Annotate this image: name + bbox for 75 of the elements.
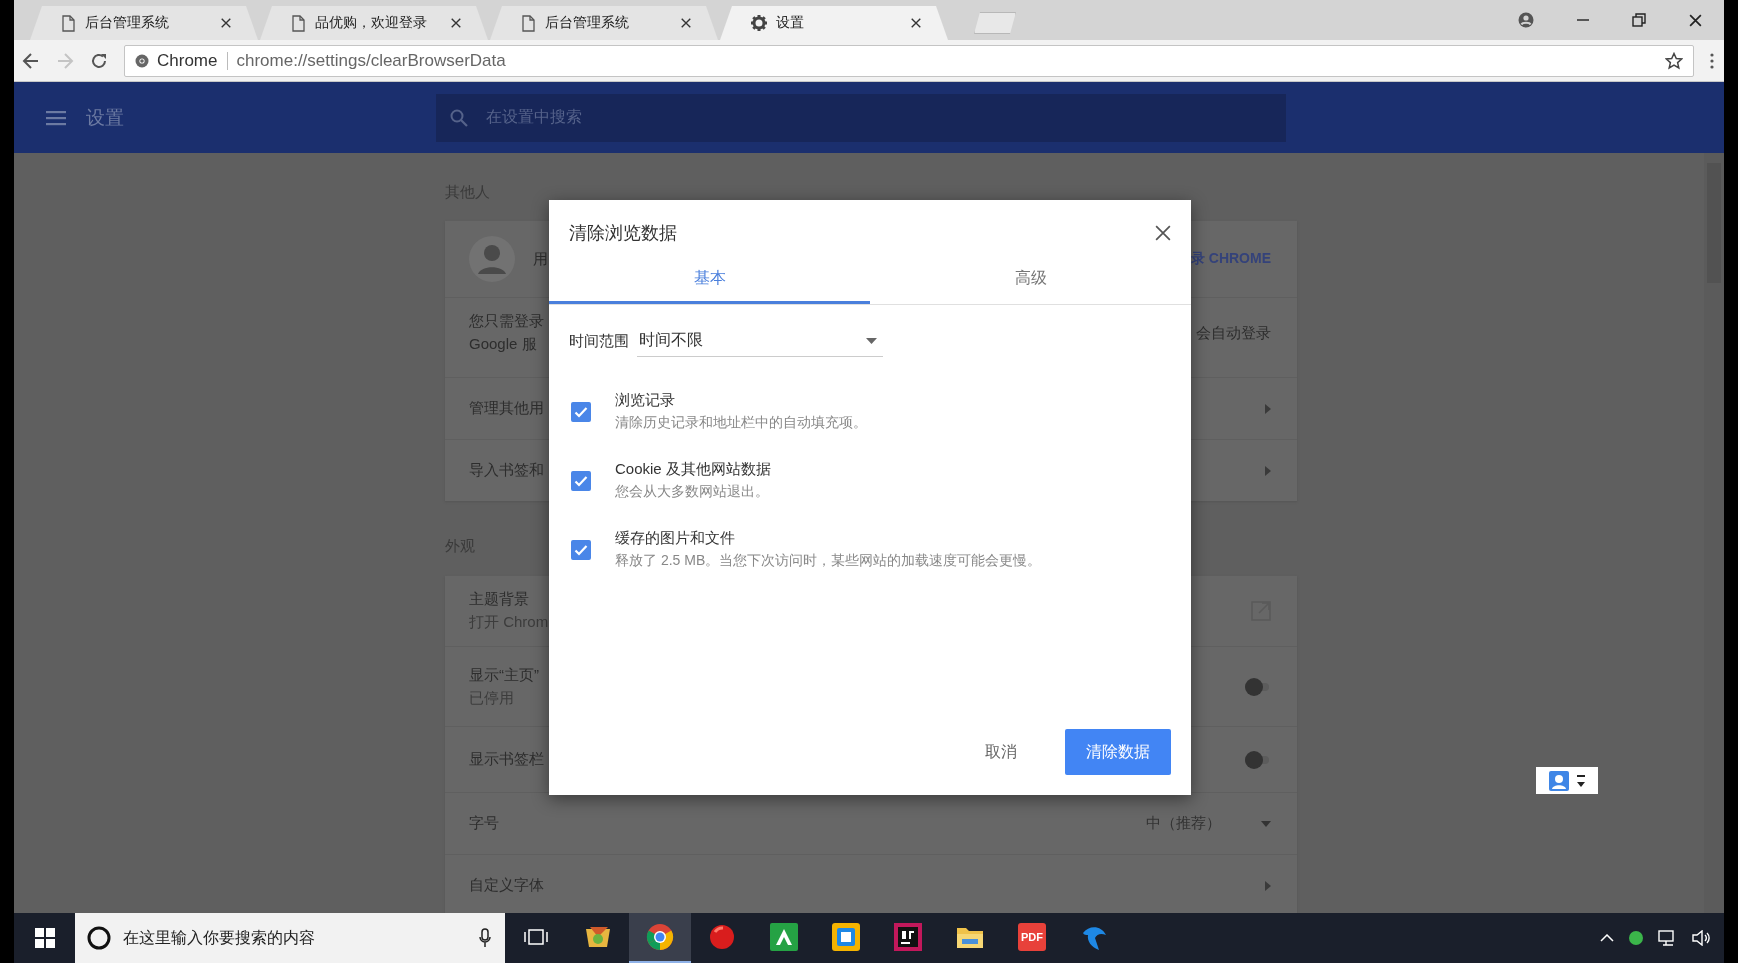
setting-label: 管理其他用	[469, 399, 544, 418]
setting-label: 字号	[469, 814, 499, 833]
time-range-select[interactable]: 时间不限	[637, 325, 883, 357]
browser-tab[interactable]: 后台管理系统	[30, 6, 258, 40]
setting-label: 显示“主页”	[469, 665, 539, 685]
clear-data-button[interactable]: 清除数据	[1065, 729, 1171, 775]
toggle-switch[interactable]	[1245, 677, 1271, 696]
avatar-icon	[469, 236, 515, 282]
site-label: Chrome	[157, 51, 229, 70]
reload-icon[interactable]	[90, 51, 108, 70]
square-app-icon	[832, 923, 860, 951]
task-view-icon	[524, 928, 548, 946]
browser-tab[interactable]: 品优购，欢迎登录	[260, 6, 488, 40]
toggle-switch[interactable]	[1245, 750, 1271, 769]
ball-app-icon	[709, 924, 735, 950]
close-icon[interactable]	[910, 17, 922, 29]
option-label: 浏览记录	[615, 391, 676, 410]
page-icon	[520, 14, 537, 32]
option-description: 您会从大多数网站退出。	[615, 483, 770, 501]
person-name: 用	[533, 249, 548, 269]
browser-tab[interactable]: 设置	[720, 6, 948, 40]
chevron-up-icon[interactable]	[1600, 934, 1614, 942]
windows-logo-icon	[34, 928, 55, 948]
option-label: Cookie 及其他网站数据	[615, 460, 771, 479]
up-down-icon[interactable]	[1577, 773, 1585, 788]
sync-description: Google 服	[469, 335, 537, 354]
sync-description: 您只需登录	[469, 312, 544, 331]
checkbox[interactable]	[571, 401, 591, 422]
option-label: 缓存的图片和文件	[615, 529, 736, 548]
option-description: 释放了 2.5 MB。当您下次访问时，某些网站的加载速度可能会更慢。	[615, 552, 1042, 570]
mountain-app-icon	[770, 923, 798, 951]
ide-icon	[894, 923, 922, 951]
option-description: 清除历史记录和地址栏中的自动填充项。	[615, 414, 867, 432]
folder-icon	[956, 925, 984, 949]
time-range-label: 时间范围	[569, 331, 629, 351]
page-icon	[290, 14, 307, 32]
search-icon	[450, 108, 468, 127]
close-icon[interactable]	[450, 17, 462, 29]
cortana-circle-icon	[87, 926, 111, 950]
dialog-tab[interactable]: 基本	[549, 256, 870, 304]
address-bar[interactable]: Chrome chrome://settings/clearBrowserData	[124, 44, 1694, 77]
menu-icon[interactable]	[1710, 52, 1714, 69]
dropdown-arrow-icon	[866, 337, 877, 344]
close-icon[interactable]	[220, 17, 232, 29]
profile-icon[interactable]	[1518, 12, 1534, 28]
page-icon	[60, 14, 77, 32]
setting-label: 自定义字体	[469, 876, 544, 895]
url-text: chrome://settings/clearBrowserData	[236, 50, 507, 71]
menu-icon[interactable]	[46, 109, 66, 126]
taskbar-search-field[interactable]: 在这里输入你要搜索的内容	[75, 913, 505, 963]
setting-label: 主题背景	[469, 590, 529, 609]
close-icon[interactable]	[1688, 12, 1703, 28]
volume-icon[interactable]	[1692, 930, 1712, 946]
cancel-button[interactable]: 取消	[965, 729, 1037, 775]
status-dot-icon[interactable]	[1628, 930, 1644, 946]
bookmark-star-icon[interactable]	[1665, 51, 1683, 70]
dialog-title: 清除浏览数据	[569, 222, 677, 245]
page-title: 设置	[86, 105, 125, 130]
pdf-app-icon: PDF	[1018, 923, 1046, 951]
browser-tab[interactable]: 后台管理系统	[490, 6, 718, 40]
setting-label: 显示书签栏	[469, 750, 544, 769]
chrome-logo-icon	[646, 923, 674, 951]
microphone-icon	[479, 928, 491, 948]
taskbar-app[interactable]: PDF	[1001, 913, 1063, 963]
person-icon[interactable]	[1549, 770, 1569, 791]
settings-icon	[750, 14, 768, 32]
close-icon[interactable]	[680, 17, 692, 29]
sync-description: 会自动登录	[1196, 324, 1271, 343]
close-icon[interactable]	[1155, 225, 1171, 241]
setting-label: 导入书签和	[469, 461, 544, 480]
restore-icon[interactable]	[1632, 13, 1646, 27]
checkbox[interactable]	[571, 539, 591, 560]
back-icon[interactable]	[22, 51, 40, 70]
chrome-logo-icon	[135, 53, 149, 68]
checkbox[interactable]	[571, 470, 591, 491]
